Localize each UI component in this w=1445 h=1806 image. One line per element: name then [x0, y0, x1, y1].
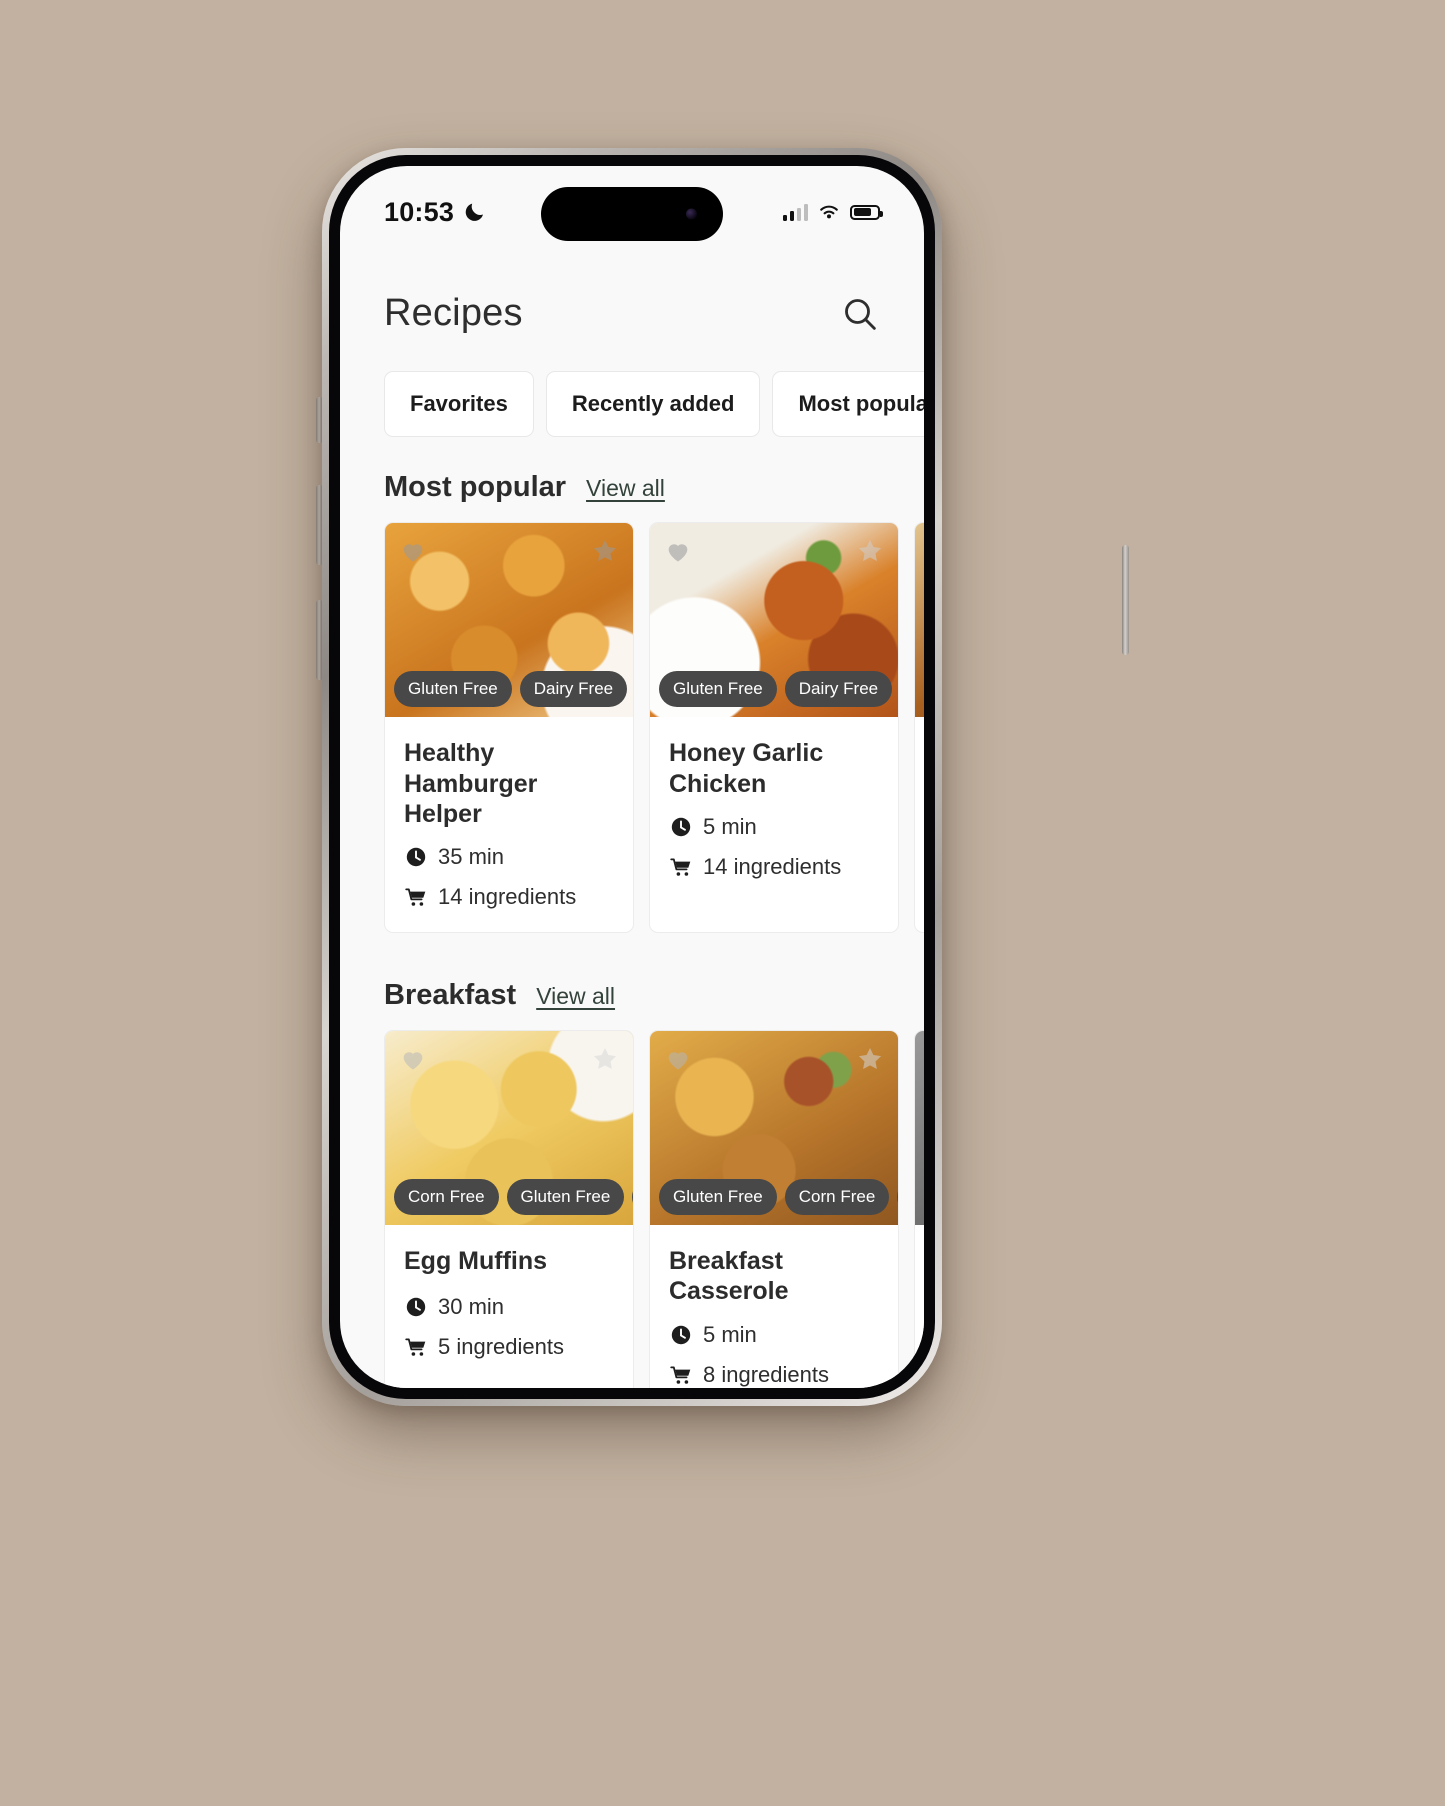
- view-all-link-breakfast[interactable]: View all: [536, 983, 615, 1010]
- recipe-tag: Dairy Free: [519, 671, 628, 707]
- recipe-ingredients-meta: 14 ingredients: [404, 884, 614, 910]
- recipe-ingredients: 5 ingredients: [438, 1333, 564, 1359]
- recipe-tag: Corn Free: [784, 1178, 890, 1215]
- favorite-heart-icon[interactable]: [664, 1045, 692, 1073]
- section-title: Breakfast: [384, 978, 517, 1011]
- wifi-icon: [820, 205, 838, 219]
- recipe-time-meta: 5 min: [669, 1322, 879, 1348]
- recipe-title: Breakfast Casserole: [669, 1246, 789, 1306]
- status-bar: 10:53: [340, 166, 924, 241]
- moon-icon: [465, 203, 484, 221]
- power-button[interactable]: [1122, 545, 1129, 655]
- view-all-link-most-popular[interactable]: View all: [586, 475, 665, 502]
- recipe-image: Gluten Free Dairy Free Egg Free: [650, 523, 898, 717]
- recipe-tag: Gluten Free: [394, 671, 512, 707]
- recipe-ingredients-meta: 8 ingredients: [669, 1362, 879, 1388]
- recipe-tag: Egg Free: [897, 1178, 898, 1215]
- recipe-ingredients: 8 ingredients: [703, 1361, 829, 1387]
- recipe-tag: Gluten Free: [659, 671, 777, 707]
- recipe-time-meta: 30 min: [404, 1294, 614, 1320]
- screenshot-stage: 10:53 Recipes Favorites Recently added M…: [0, 0, 1445, 1806]
- recipe-row-most-popular[interactable]: Gluten Free Dairy Free Egg Free Healthy …: [340, 504, 924, 933]
- recipe-image: Gluten Free Corn Free Egg Free: [650, 1030, 898, 1225]
- rating-star-icon[interactable]: [856, 537, 884, 565]
- recipe-card[interactable]: Gluten Free Dairy Free Egg Free Honey Ga…: [649, 522, 899, 933]
- phone-screen: 10:53 Recipes Favorites Recently added M…: [340, 166, 924, 1388]
- shopping-cart-icon: [405, 1338, 426, 1356]
- rating-star-icon[interactable]: [591, 1045, 619, 1073]
- recipe-card[interactable]: Gluten Free Corn Free Egg Free Breakfast…: [649, 1029, 899, 1389]
- recipe-image: Corn Free Gluten Free: [915, 523, 924, 717]
- app-header: Recipes: [340, 240, 924, 335]
- rating-star-icon[interactable]: [591, 537, 619, 565]
- recipe-title: Healthy Hamburger Helper: [404, 739, 538, 828]
- shopping-cart-icon: [670, 1366, 691, 1384]
- recipe-tag-row: Gluten Free Dairy Free Egg Free: [659, 671, 898, 707]
- recipe-card-body: Loaded Potatoes 45 min: [915, 1225, 924, 1389]
- recipe-tag-row: Corn Free Gluten Free Dairy Free: [394, 1178, 633, 1215]
- section-header-most-popular: Most popular View all: [340, 437, 924, 504]
- dynamic-island: [541, 187, 723, 241]
- recipe-card-body: Egg Muffins 30 min 5 ingredients: [385, 1225, 633, 1382]
- recipe-time: 30 min: [438, 1293, 505, 1319]
- status-time: 10:53: [384, 197, 487, 228]
- recipe-ingredients: 14 ingredients: [703, 854, 842, 879]
- recipe-card-body: Honey Garlic Chicken 5 min 14 ingredient…: [650, 717, 898, 902]
- recipe-tag: Gluten Free: [659, 1178, 777, 1215]
- recipe-scroll-area[interactable]: Most popular View all Gluten Free Dairy …: [340, 437, 924, 1388]
- recipe-ingredients: 14 ingredients: [438, 883, 577, 909]
- recipe-card[interactable]: Corn Free Gluten Free Dairy Free Egg Muf…: [384, 1029, 634, 1388]
- recipe-time: 35 min: [438, 843, 505, 869]
- recipe-time-meta: 35 min: [404, 844, 614, 870]
- recipe-card[interactable]: Corn Free Gluten Free Mexican Pasta: [914, 522, 924, 933]
- status-indicators: [782, 203, 883, 221]
- recipe-tag: Corn Free: [394, 1178, 499, 1215]
- recipe-title: Egg Muffins: [404, 1246, 548, 1275]
- recipe-tag: Dairy Free: [784, 671, 893, 707]
- recipe-card[interactable]: Gluten Free Dairy Free Egg Free Healthy …: [384, 522, 634, 933]
- clock-icon: [406, 1297, 426, 1316]
- search-icon[interactable]: [840, 294, 880, 334]
- page-title: Recipes: [384, 292, 523, 334]
- recipe-image: Gluten Free Dairy Free Egg Free: [385, 523, 633, 717]
- recipe-tag-row: Gluten Free Corn Free Egg Free: [659, 1178, 898, 1215]
- favorite-heart-icon[interactable]: [399, 1045, 427, 1073]
- recipe-card[interactable]: Corn Free Gluten Free Loaded Potatoes: [914, 1029, 924, 1389]
- recipe-time-meta: 5 min: [669, 814, 879, 840]
- phone-device: 10:53 Recipes Favorites Recently added M…: [322, 148, 942, 1406]
- shopping-cart-icon: [405, 888, 426, 906]
- section-header-breakfast: Breakfast View all: [340, 933, 924, 1012]
- recipe-card-body: Healthy Hamburger Helper 35 min 14 ingre…: [385, 717, 633, 932]
- recipe-image: Corn Free Gluten Free: [915, 1030, 924, 1225]
- recipe-image: Corn Free Gluten Free Dairy Free: [385, 1030, 633, 1225]
- recipe-tag: Gluten Free: [506, 1178, 625, 1215]
- recipe-time: 5 min: [703, 814, 757, 839]
- filter-chip-row[interactable]: Favorites Recently added Most popular: [340, 335, 924, 437]
- filter-chip-most-popular[interactable]: Most popular: [772, 371, 924, 437]
- shopping-cart-icon: [670, 858, 691, 876]
- filter-chip-favorites[interactable]: Favorites: [384, 371, 534, 437]
- recipe-row-breakfast[interactable]: Corn Free Gluten Free Dairy Free Egg Muf…: [340, 1012, 924, 1389]
- clock-icon: [671, 1325, 691, 1344]
- recipe-card-body: Breakfast Casserole 5 min 8 ingredients: [650, 1225, 898, 1389]
- status-time-text: 10:53: [384, 196, 455, 227]
- battery-icon: [850, 204, 883, 220]
- recipe-tag-row: Gluten Free Dairy Free Egg Free: [394, 671, 633, 707]
- favorite-heart-icon[interactable]: [399, 537, 427, 565]
- recipe-card-body: Mexican Pasta 20 min: [915, 717, 924, 902]
- favorite-heart-icon[interactable]: [664, 537, 692, 565]
- rating-star-icon[interactable]: [856, 1045, 884, 1073]
- recipe-ingredients-meta: 5 ingredients: [404, 1334, 614, 1360]
- cellular-signal-icon: [782, 203, 808, 221]
- filter-chip-recently-added[interactable]: Recently added: [545, 371, 761, 437]
- clock-icon: [406, 847, 426, 866]
- phone-bezel: 10:53 Recipes Favorites Recently added M…: [329, 155, 935, 1399]
- recipe-title: Honey Garlic Chicken: [669, 739, 824, 798]
- recipe-time: 5 min: [703, 1321, 757, 1347]
- recipe-tag: Dairy Free: [632, 1178, 633, 1215]
- section-title: Most popular: [384, 471, 567, 503]
- clock-icon: [671, 817, 691, 837]
- recipe-ingredients-meta: 14 ingredients: [669, 854, 879, 880]
